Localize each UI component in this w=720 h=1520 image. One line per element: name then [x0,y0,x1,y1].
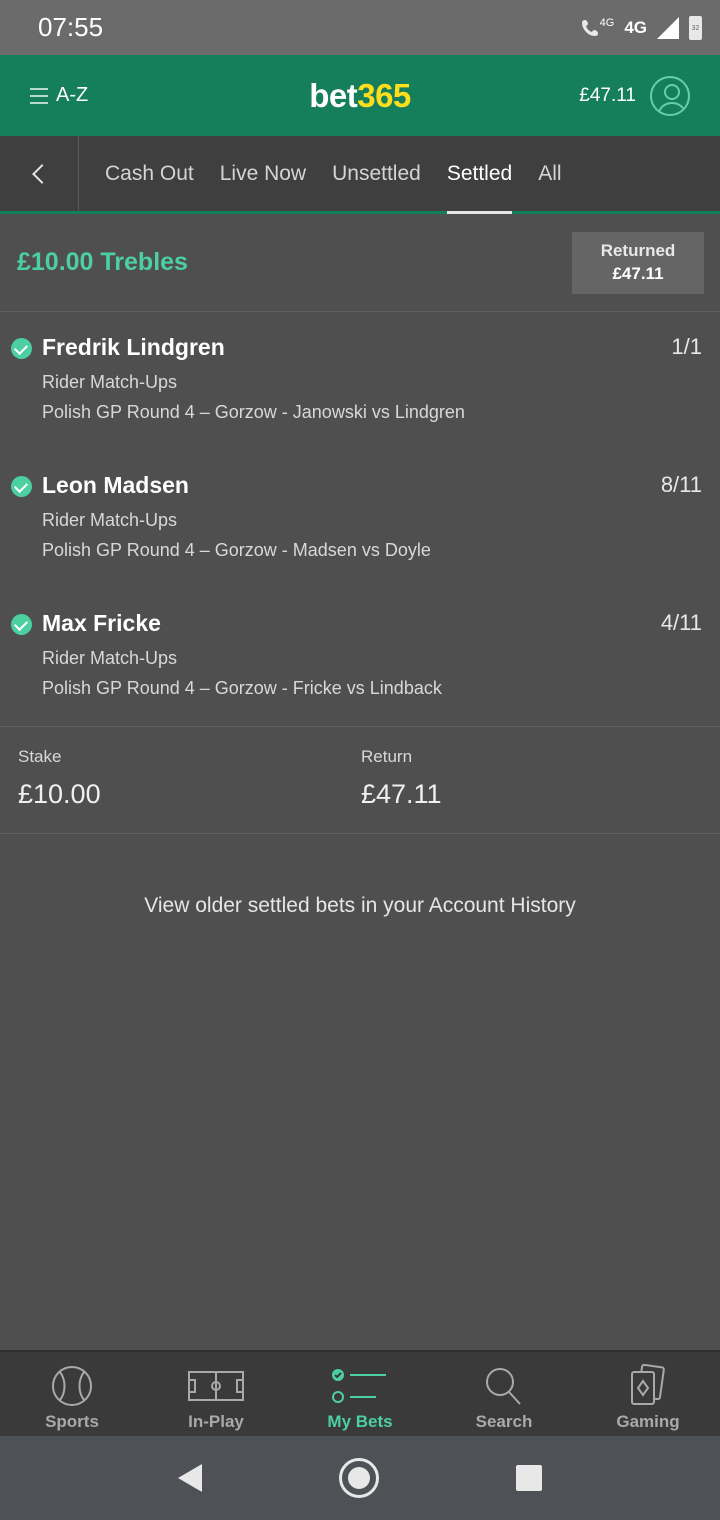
status-bar: 07:55 4G 4G 32 [0,0,720,55]
account-balance[interactable]: £47.11 [579,85,636,107]
stake-label: Stake [18,747,62,766]
bet-title: £10.00 Trebles [17,248,188,276]
tab-live-now[interactable]: Live Now [207,136,319,211]
account-icon[interactable] [650,75,690,116]
az-label: A-Z [56,84,89,106]
search-icon [486,1368,521,1405]
network-type: 4G [624,17,647,37]
bet-header[interactable]: £10.00 Trebles Returned £47.11 [0,214,720,312]
nav-search-label: Search [475,1412,533,1431]
returned-value: £47.11 [612,264,664,283]
check-circle-icon [11,614,32,635]
nav-in-play-label: In-Play [188,1412,244,1431]
battery-icon: 32 [689,15,702,40]
return-block: Return £47.11 [361,747,442,810]
selection-name: Leon Madsen [42,472,189,498]
selection-odds: 4/11 [660,610,702,635]
back-button[interactable] [0,136,79,211]
az-menu-button[interactable]: A-Z [30,84,88,107]
nav-gaming[interactable]: Gaming [576,1352,720,1436]
selection-name: Fredrik Lindgren [42,334,225,360]
selection-item: Fredrik Lindgren 1/1 Rider Match-Ups Pol… [0,312,720,450]
tabs: Cash Out Live Now Unsettled Settled All [79,136,575,214]
nav-my-bets-label: My Bets [327,1412,393,1431]
chevron-left-icon [32,163,52,184]
selection-market: Rider Match-Ups [42,372,178,392]
selection-market: Rider Match-Ups [42,510,178,530]
signal-icon [657,16,679,39]
tab-settled[interactable]: Settled [434,136,525,214]
selection-event: Polish GP Round 4 – Gorzow - Fricke vs L… [42,678,442,698]
nav-in-play[interactable]: In-Play [144,1352,288,1436]
nav-search[interactable]: Search [432,1352,576,1436]
stake-block: Stake £10.00 [18,747,101,810]
selection-odds: 1/1 [671,334,702,359]
system-home-icon[interactable] [338,1458,379,1498]
selection-odds: 8/11 [660,472,702,497]
nav-sports[interactable]: Sports [0,1352,144,1436]
return-value: £47.11 [361,779,442,809]
returned-badge: Returned £47.11 [572,231,704,294]
pitch-icon [188,1371,244,1401]
selection-item: Max Fricke 4/11 Rider Match-Ups Polish G… [0,588,720,726]
return-label: Return [361,747,413,766]
nav-my-bets[interactable]: My Bets [288,1352,432,1436]
system-nav-bar [0,1436,720,1520]
selection-event: Polish GP Round 4 – Gorzow - Janowski vs… [42,402,465,422]
selection-market: Rider Match-Ups [42,648,178,668]
system-recents-icon[interactable] [515,1465,542,1491]
bottom-nav: Sports In-Play My Bets Search Gaming [0,1350,720,1436]
app-header: A-Z bet365 £47.11 [0,55,720,136]
status-icons: 4G 4G 32 [580,15,702,40]
selection-event: Polish GP Round 4 – Gorzow - Madsen vs D… [42,540,431,560]
nav-sports-label: Sports [45,1412,99,1431]
selection-item: Leon Madsen 8/11 Rider Match-Ups Polish … [0,450,720,588]
selection-name: Max Fricke [42,610,161,636]
hamburger-icon [30,87,48,104]
bets-list-icon [332,1369,386,1403]
tab-unsettled[interactable]: Unsettled [319,136,434,211]
cards-icon [631,1364,665,1405]
nav-gaming-label: Gaming [616,1412,680,1431]
system-back-icon[interactable] [178,1464,203,1492]
tab-cash-out[interactable]: Cash Out [92,136,207,211]
bets-tab-bar: Cash Out Live Now Unsettled Settled All [0,136,720,214]
stake-return-row: Stake £10.00 Return £47.11 [0,726,720,834]
tab-all[interactable]: All [525,136,574,211]
stake-value: £10.00 [18,779,101,809]
returned-label: Returned [600,241,676,260]
net-small-label: 4G [599,16,615,29]
check-circle-icon [11,338,32,359]
check-circle-icon [11,476,32,497]
status-time: 07:55 [38,12,104,42]
account-history-link[interactable]: View older settled bets in your Account … [0,894,720,918]
ball-icon [52,1366,92,1406]
